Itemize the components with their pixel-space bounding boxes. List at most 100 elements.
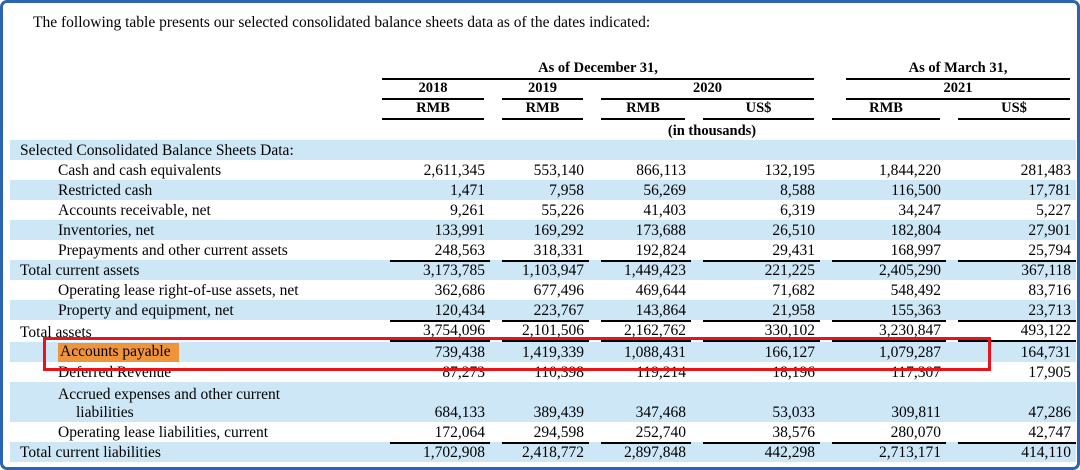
cell-value: 192,824 [589,240,691,260]
year-2019: 2019 [490,80,589,100]
row-label: Restricted cash [10,180,378,200]
row-label: Deferred Revenue [10,362,378,382]
row-label: Property and equipment, net [10,300,378,320]
cell-value: 414,110 [946,442,1076,462]
row-cash-and-cash-equivalents: Cash and cash equivalents2,611,345553,14… [10,160,1076,180]
row-total-assets: Total assets3,754,0962,101,5062,162,7623… [10,320,1076,342]
row-prepayments-other-current-assets: Prepayments and other current assets248,… [10,240,1076,260]
group-header-march-31: As of March 31, [820,57,1076,80]
cell-value: 87,273 [378,362,490,382]
cell-value: 17,905 [946,362,1076,382]
row-section-title: Selected Consolidated Balance Sheets Dat… [10,140,1076,160]
cell-value: 34,247 [820,200,946,220]
year-header-row: 2018 2019 2020 2021 [10,80,1076,100]
cell-value: 55,226 [490,200,589,220]
cell-value: 143,864 [589,300,691,320]
cell-value: 1,449,423 [589,260,691,280]
highlighted-label: Accounts payable [58,343,179,362]
table-header: As of December 31, As of March 31, 2018 … [10,57,1076,140]
group-header-label: As of December 31, [538,60,658,76]
header-spacer [10,80,378,100]
balance-sheet-body: Selected Consolidated Balance Sheets Dat… [10,140,1076,462]
currency-2018-rmb: RMB [378,100,490,120]
cell-value: 362,686 [378,280,490,300]
row-inventories-net: Inventories, net133,991169,292173,68826,… [10,220,1076,240]
cell-value: 3,173,785 [378,260,490,280]
cell-value: 1,471 [378,180,490,200]
cell-value: 26,510 [691,220,820,240]
cell-value: 168,997 [820,240,946,260]
row-label: Selected Consolidated Balance Sheets Dat… [10,140,378,160]
row-operating-lease-rou-assets: Operating lease right-of-use assets, net… [10,280,1076,300]
cell-value: 53,033 [691,382,820,422]
row-accounts-payable: Accounts payable739,4381,419,3391,088,43… [10,342,1076,362]
cell-value: 367,118 [946,260,1076,280]
row-label: Total assets [10,320,378,342]
balance-sheet-document: The following table presents our selecte… [0,0,1080,470]
row-label: Operating lease right-of-use assets, net [10,280,378,300]
cell-value: 347,468 [589,382,691,422]
currency-2020-rmb: RMB [589,100,691,120]
cell-value: 1,088,431 [589,342,691,362]
cell-value: 2,897,848 [589,442,691,462]
cell-value: 25,794 [946,240,1076,260]
cell-value: 169,292 [490,220,589,240]
cell-value: 2,611,345 [378,160,490,180]
cell-value: 318,331 [490,240,589,260]
year-label: 2020 [693,80,722,96]
year-2018: 2018 [378,80,490,100]
cell-value [691,140,820,160]
cell-value [946,140,1076,160]
row-restricted-cash: Restricted cash1,4717,95856,2698,588116,… [10,180,1076,200]
cell-value [378,140,490,160]
cell-value: 132,195 [691,160,820,180]
cell-value: 2,713,171 [820,442,946,462]
currency-2021-rmb: RMB [820,100,946,120]
cell-value: 8,588 [691,180,820,200]
cell-value: 2,405,290 [820,260,946,280]
cell-value: 117,307 [820,362,946,382]
balance-sheet-table: As of December 31, As of March 31, 2018 … [10,57,1076,462]
cell-value: 27,901 [946,220,1076,240]
row-total-current-assets: Total current assets3,173,7851,103,9471,… [10,260,1076,280]
row-deferred-revenue: Deferred Revenue87,273110,398119,21418,1… [10,362,1076,382]
units-note: (in thousands) [378,120,1076,140]
cell-value: 1,419,339 [490,342,589,362]
row-label: Operating lease liabilities, current [10,422,378,442]
header-spacer [10,57,378,80]
year-2021: 2021 [820,80,1076,100]
cell-value: 3,230,847 [820,320,946,342]
cell-value: 29,431 [691,240,820,260]
cell-value [589,140,691,160]
cell-value: 2,101,506 [490,320,589,342]
cell-value: 7,958 [490,180,589,200]
header-spacer [10,120,378,140]
cell-value: 1,844,220 [820,160,946,180]
cell-value: 280,070 [820,422,946,442]
cell-value: 309,811 [820,382,946,422]
cell-value: 173,688 [589,220,691,240]
cell-value [820,140,946,160]
year-label: 2018 [419,80,448,96]
cell-value: 56,269 [589,180,691,200]
cell-value: 866,113 [589,160,691,180]
cell-value: 553,140 [490,160,589,180]
row-label: Inventories, net [10,220,378,240]
row-label: Accounts payable [10,342,378,362]
currency-2020-usd: US$ [691,100,820,120]
header-spacer [10,100,378,120]
row-label: Cash and cash equivalents [10,160,378,180]
cell-value: 17,781 [946,180,1076,200]
group-header-december-31: As of December 31, [378,57,820,80]
row-label: Accrued expenses and other currentliabil… [10,382,378,422]
row-operating-lease-liabilities-current: Operating lease liabilities, current172,… [10,422,1076,442]
cell-value: 294,598 [490,422,589,442]
year-2020: 2020 [589,80,820,100]
currency-label: RMB [626,100,660,116]
cell-value: 182,804 [820,220,946,240]
cell-value: 252,740 [589,422,691,442]
intro-text: The following table presents our selecte… [33,14,650,32]
cell-value: 1,103,947 [490,260,589,280]
cell-value: 21,958 [691,300,820,320]
year-label: 2021 [944,80,973,96]
